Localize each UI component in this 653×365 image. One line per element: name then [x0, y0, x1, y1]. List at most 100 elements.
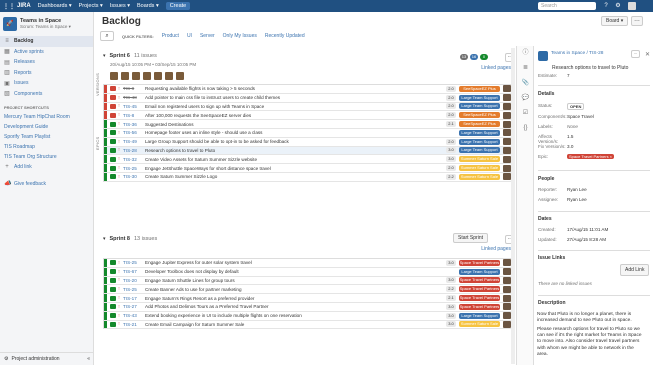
issue-row[interactable]: ↑ TIS-30 Create Saturn Summer Sizzle Logo 2… — [104, 172, 514, 182]
assignee-avatar[interactable] — [176, 72, 184, 80]
shortcut-link[interactable]: TIS Roadmap — [0, 142, 93, 152]
grid-icon[interactable]: ⋮⋮ — [3, 3, 15, 10]
filter-product[interactable]: Product — [162, 33, 179, 39]
assignee-avatar[interactable] — [143, 72, 151, 80]
issue-key[interactable]: TIS-25 — [123, 260, 145, 265]
filter-search-icon[interactable]: ⌕ — [100, 31, 114, 41]
issue-row[interactable]: ↑ TIS-45 Email non registered users to sig… — [104, 102, 514, 112]
issue-key[interactable]: TIS-20 — [123, 278, 145, 283]
sidebar-item-reports[interactable]: ▥ Reports — [0, 68, 93, 79]
backlog-scrollbar[interactable] — [511, 48, 515, 364]
assignee-avatar[interactable] — [121, 72, 129, 80]
shortcut-link[interactable]: Development Guide — [0, 122, 93, 132]
epic-label[interactable]: Large Team Support — [459, 129, 500, 136]
attachment-icon[interactable]: 📎 — [517, 76, 534, 91]
collapse-icon[interactable]: ▾ — [103, 53, 106, 59]
sidebar-item-releases[interactable]: ▤ Releases — [0, 57, 93, 68]
help-icon[interactable]: ? — [602, 2, 610, 10]
epic-label[interactable]: SeeSpaceEZ Plus — [459, 121, 500, 128]
epics-panel-tab[interactable]: EPICS — [95, 110, 103, 150]
drag-handle[interactable] — [104, 259, 107, 267]
issue-key[interactable]: TIS-30 — [123, 174, 145, 179]
drag-handle[interactable] — [104, 285, 107, 294]
drag-handle[interactable] — [104, 120, 107, 128]
issue-row[interactable]: ↑ TIS-25 Create Banner Ads to use for part… — [104, 285, 514, 295]
description-paragraph[interactable]: Please research options for travel to Pl… — [537, 327, 645, 358]
issue-key[interactable]: TIS-36 — [123, 122, 145, 127]
subtasks-icon[interactable]: ☑ — [517, 106, 534, 121]
epic-label[interactable]: Space Travel Partners — [459, 277, 500, 284]
sidebar-item-backlog[interactable]: ≡ Backlog — [0, 36, 93, 47]
epic-label[interactable]: Space Travel Partners — [459, 303, 500, 310]
issue-key[interactable]: TIS-27 — [123, 304, 145, 309]
description-icon[interactable]: ≣ — [517, 61, 534, 76]
issue-row[interactable]: ↑ TIS-32 Create Video Assets for Saturn Su… — [104, 155, 514, 165]
reporter-field[interactable]: Reporter: Ryan Lee — [538, 187, 587, 192]
linked-pages-link[interactable]: Linked pages — [481, 65, 511, 71]
sidebar-item-issues[interactable]: ▣ Issues — [0, 78, 93, 89]
filter-server[interactable]: Server — [200, 33, 215, 39]
code-icon[interactable]: {} — [517, 121, 534, 136]
issue-row[interactable]: ↑ TIS-21 Create Email Campaign for Saturn … — [104, 320, 514, 330]
issue-row[interactable]: ↑ TIS-25 Engage Jupiter Express for outer … — [104, 259, 514, 268]
epic-label[interactable]: Large Team Support — [459, 268, 500, 275]
nav-boards[interactable]: Boards ▾ — [137, 3, 159, 9]
epic-label[interactable]: Large Team Support — [459, 147, 500, 154]
issue-key[interactable]: TIS-8 — [123, 86, 145, 91]
issue-breadcrumb[interactable]: Teams in Space / TIS-28 — [551, 51, 603, 61]
drag-handle[interactable] — [104, 85, 107, 93]
sidebar-item-active-sprints[interactable]: ▦ Active sprints — [0, 47, 93, 58]
epic-label[interactable]: Large Team Support — [459, 103, 500, 110]
project-administration[interactable]: ⚙ Project administration « — [0, 352, 94, 365]
drag-handle[interactable] — [104, 172, 107, 181]
create-button[interactable]: Create — [165, 2, 191, 10]
drag-handle[interactable] — [104, 302, 107, 311]
add-link-button[interactable]: Add Link — [620, 264, 650, 276]
epic-label[interactable]: Large Team Support — [459, 312, 500, 319]
sidebar-item-components[interactable]: ▧ Components — [0, 89, 93, 100]
labels-field[interactable]: Labels: None — [538, 124, 578, 129]
epic-field[interactable]: Epic: Space Travel Partners × — [538, 154, 615, 159]
drag-handle[interactable] — [104, 276, 107, 285]
drag-handle[interactable] — [104, 102, 107, 111]
shortcut-link[interactable]: TIS Team Org Structure — [0, 152, 93, 162]
issue-summary[interactable]: Research options to travel to Pluto — [534, 61, 653, 71]
status-field[interactable]: Status: OPEN — [538, 103, 585, 110]
assignee-field[interactable]: Assignee: Ryan Lee — [538, 197, 587, 202]
issue-row[interactable]: ↑ TIS-48 Add pointer to main css file to i… — [104, 93, 514, 103]
filter-recently-updated[interactable]: Recently Updated — [265, 33, 305, 39]
linked-pages-link[interactable]: Linked pages — [481, 246, 511, 252]
description-paragraph[interactable]: Now that Pluto is no longer a planet, th… — [537, 312, 645, 324]
estimate-field[interactable]: Estimate: 7 — [538, 73, 570, 78]
epic-label[interactable]: Large Team Support — [459, 138, 500, 145]
epic-label[interactable]: SeeSpaceEZ Plus — [459, 85, 500, 92]
filter-only-my-issues[interactable]: Only My Issues — [223, 33, 257, 39]
drag-handle[interactable] — [104, 267, 107, 276]
drag-handle[interactable] — [104, 111, 107, 120]
issue-row[interactable]: ↑ TIS-28 Research options to travel to Plu… — [104, 146, 514, 156]
issue-key[interactable]: TIS-25 — [123, 287, 145, 292]
drag-handle[interactable] — [104, 164, 107, 172]
fix-version-field[interactable]: Fix Version/s: 3.0 — [538, 144, 573, 149]
close-icon[interactable]: ✕ — [645, 51, 650, 58]
assignee-avatar[interactable] — [110, 72, 118, 80]
add-link-button[interactable]: + Add link — [0, 162, 93, 173]
epic-label[interactable]: Space Travel Partners — [459, 295, 500, 302]
issue-row[interactable]: ↑ TIS-20 Engage Saturn Shuttle Lines for g… — [104, 276, 514, 286]
epic-label[interactable]: Large Team Support — [459, 94, 500, 101]
give-feedback-link[interactable]: 📣 Give feedback — [0, 179, 93, 190]
epic-label[interactable]: Summer Saturn Sale — [459, 156, 500, 163]
drag-handle[interactable] — [104, 146, 107, 155]
board-button[interactable]: Board ▾ — [601, 16, 629, 26]
issue-row[interactable]: ↑ TIS-67 Developer Toolbox does not displa… — [104, 267, 514, 277]
issue-row[interactable]: ↑ TIS-27 Add Photos and Delimos Tours as a… — [104, 302, 514, 312]
project-header[interactable]: 🚀 Teams in Space Scrum: Teams in Space ▾ — [0, 12, 93, 36]
epic-label[interactable]: Summer Saturn Sale — [459, 165, 500, 172]
issue-row[interactable]: ↑ TIS-43 Extend booking experience in UI t… — [104, 311, 514, 321]
nav-issues[interactable]: Issues ▾ — [110, 3, 130, 9]
issue-key[interactable]: TIS-21 — [123, 322, 145, 327]
epic-label[interactable]: Space Travel Partners — [459, 286, 500, 293]
comments-icon[interactable]: 💬 — [517, 91, 534, 106]
sprint-6-header[interactable]: ▾ Sprint 6 11 issues — [103, 50, 515, 62]
more-actions-button[interactable]: … — [631, 16, 643, 26]
